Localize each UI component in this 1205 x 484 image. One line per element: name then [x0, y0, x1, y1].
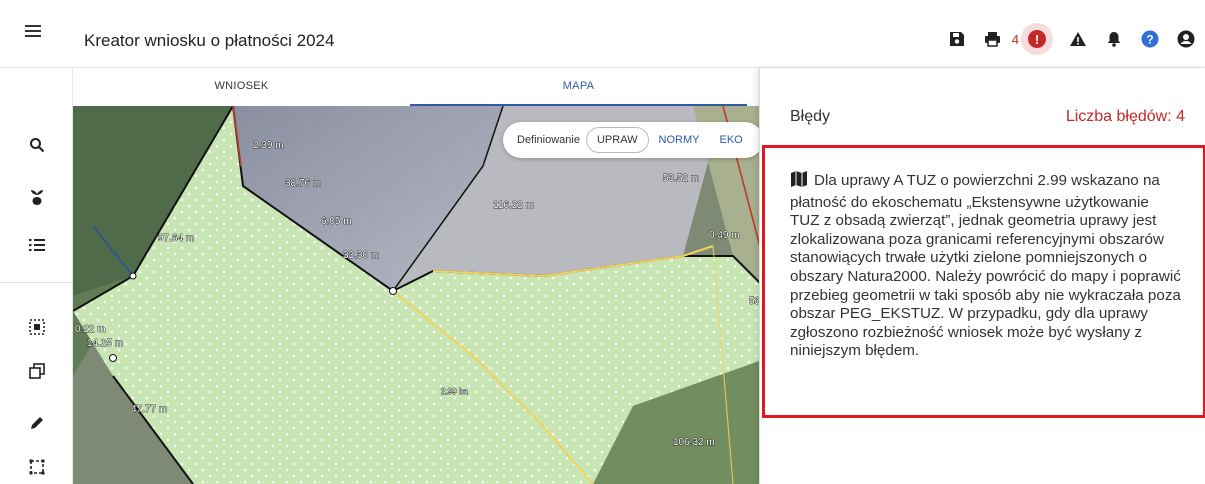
bell-icon[interactable] — [1099, 24, 1129, 54]
map-icon — [790, 170, 808, 194]
search-icon[interactable] — [24, 132, 50, 158]
errors-panel: Błędy Liczba błędów: 4 Dla uprawy A TUZ … — [759, 68, 1205, 484]
tab-wniosek[interactable]: WNIOSEK — [73, 68, 410, 106]
measure-label: 0.49 m — [709, 230, 740, 241]
tab-mapa[interactable]: MAPA — [410, 68, 747, 106]
svg-text:?: ? — [1146, 33, 1153, 47]
measure-label: 2.39 m — [253, 140, 284, 151]
measure-label: 106.32 m — [673, 437, 715, 448]
measure-label: 38.76 m — [285, 178, 321, 189]
measure-label: 53.52 m — [663, 173, 699, 184]
error-message: Dla uprawy A TUZ o powierzchni 2.99 wska… — [790, 170, 1181, 361]
copy-shapes-icon[interactable] — [24, 358, 50, 384]
error-count: 4 — [1011, 31, 1019, 47]
measure-label: 33.30 m — [343, 250, 379, 261]
help-icon[interactable]: ? — [1135, 24, 1165, 54]
measure-label: 47.77 m — [131, 404, 167, 415]
list-icon[interactable] — [24, 232, 50, 258]
error-message-text: Dla uprawy A TUZ o powierzchni 2.99 wska… — [790, 172, 1181, 360]
error-icon: ! — [1028, 30, 1046, 48]
errors-count-label: Liczba błędów: 4 — [1065, 108, 1185, 125]
measure-label: 6.05 m — [321, 216, 352, 227]
edit-pencil-icon[interactable] — [24, 410, 50, 436]
area-label: 2.99 ha — [441, 387, 468, 396]
measure-label: 116.22 m — [493, 200, 534, 211]
measure-label: 0.22 m — [75, 324, 106, 335]
tool-rail — [0, 68, 73, 484]
define-mode-normy[interactable]: NORMY — [649, 127, 710, 153]
print-icon[interactable] — [978, 24, 1008, 54]
account-icon[interactable] — [1171, 24, 1201, 54]
save-icon[interactable] — [942, 24, 972, 54]
define-mode-bar: Definiowanie UPRAW NORMY EKO — [503, 122, 763, 158]
plant-icon[interactable] — [24, 184, 50, 210]
error-item[interactable]: Dla uprawy A TUZ o powierzchni 2.99 wska… — [762, 145, 1205, 418]
rail-divider — [0, 282, 73, 283]
errors-panel-title: Błędy — [790, 108, 831, 125]
error-button[interactable]: ! — [1021, 23, 1053, 55]
define-mode-upraw[interactable]: UPRAW — [585, 127, 649, 153]
warning-icon[interactable] — [1063, 24, 1093, 54]
tab-bar: WNIOSEK MAPA — [73, 68, 773, 106]
menu-icon[interactable] — [18, 22, 48, 46]
app-bar: Kreator wniosku o płatności 2024 4 ! ? — [0, 0, 1205, 68]
define-mode-eko[interactable]: EKO — [709, 127, 752, 153]
define-mode-label: Definiowanie — [517, 134, 580, 146]
measure-label: 97.64 m — [158, 233, 194, 244]
crop-icon[interactable] — [24, 454, 50, 480]
measure-label: 14.25 m — [87, 338, 123, 349]
select-area-icon[interactable] — [24, 314, 50, 340]
app-title: Kreator wniosku o płatności 2024 — [84, 31, 335, 50]
map-view[interactable]: 2.39 m 38.76 m 6.05 m 33.30 m 97.64 m 11… — [73, 106, 773, 484]
toolbar: 4 ! ? — [936, 23, 1205, 55]
